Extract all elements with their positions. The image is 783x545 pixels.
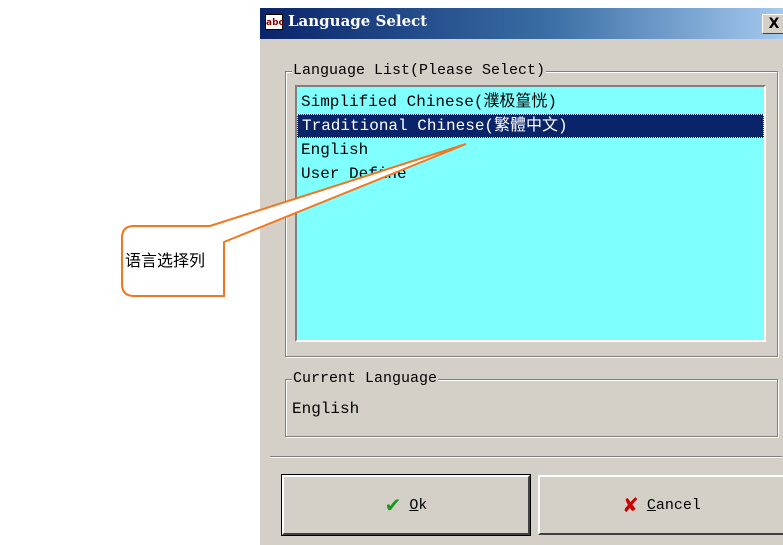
list-item-traditional-chinese[interactable]: Traditional Chinese(繁體中文) (297, 114, 764, 138)
current-language-value: English (292, 400, 360, 418)
title-bar[interactable]: abc Language Select X (260, 8, 783, 39)
language-list-legend: Language List(Please Select) (292, 62, 547, 80)
app-icon: abc (265, 14, 284, 30)
ok-button-label: Ok (409, 496, 428, 514)
x-icon: ✘ (622, 493, 639, 517)
ok-button[interactable]: ✔ Ok (281, 474, 531, 536)
cancel-button-label: Cancel (646, 496, 701, 514)
current-language-group: Current Language English (285, 370, 778, 437)
list-item-simplified-chinese[interactable]: Simplified Chinese(濮极篁恍) (297, 90, 764, 114)
check-icon: ✔ (384, 493, 402, 517)
language-listbox[interactable]: Simplified Chinese(濮极篁恍) Traditional Chi… (295, 85, 766, 342)
divider (270, 456, 782, 458)
cancel-button[interactable]: ✘ Cancel (538, 475, 783, 535)
close-icon[interactable]: X (762, 14, 783, 34)
callout-label: 语言选择列 (124, 251, 205, 270)
current-language-legend: Current Language (292, 370, 439, 388)
language-select-dialog: abc Language Select X Language List(Plea… (258, 6, 783, 545)
list-item-english[interactable]: English (297, 138, 764, 162)
list-item-user-define[interactable]: User Define (297, 162, 764, 186)
dialog-title: Language Select (288, 12, 428, 30)
